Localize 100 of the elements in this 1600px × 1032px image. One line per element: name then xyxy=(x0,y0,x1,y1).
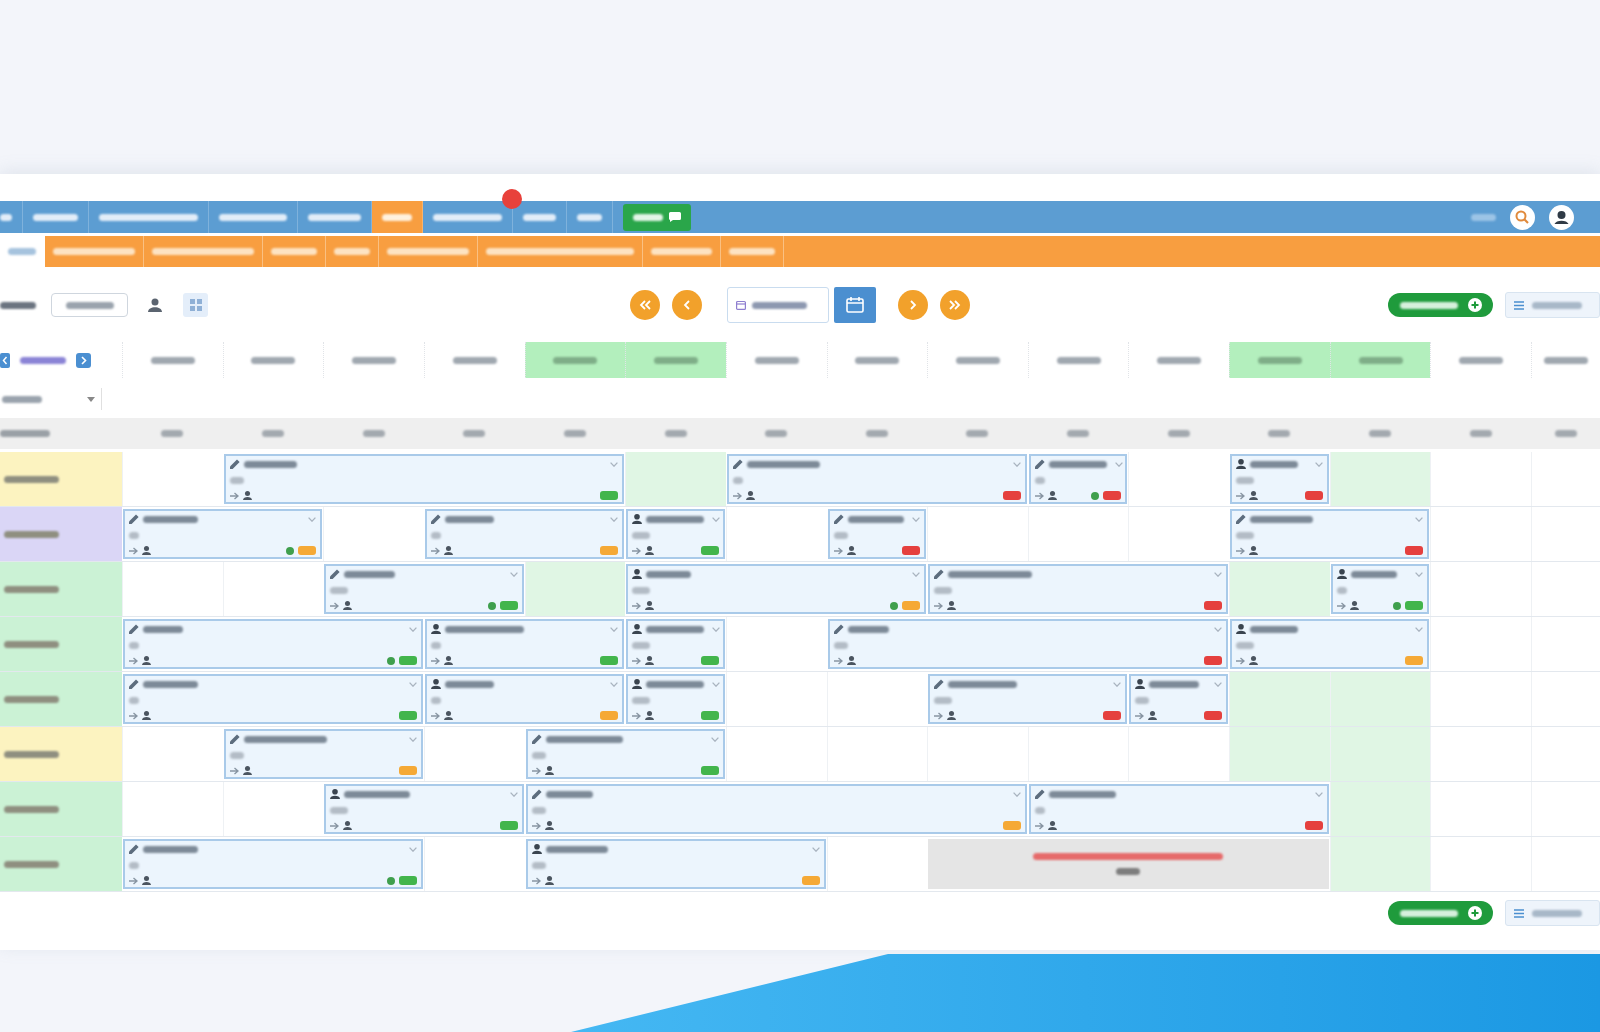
blurred-text xyxy=(1369,430,1391,437)
booking-block[interactable] xyxy=(626,564,927,614)
booking-block[interactable] xyxy=(827,509,927,559)
blurred-text xyxy=(563,430,586,437)
chevron-down-icon xyxy=(509,571,518,577)
blurred-text xyxy=(1034,476,1045,484)
blurred-text xyxy=(463,430,486,437)
add-button[interactable] xyxy=(1388,293,1493,317)
blurred-text xyxy=(4,530,59,538)
booking-block[interactable] xyxy=(626,674,725,724)
person-icon xyxy=(142,656,151,665)
calendar-button[interactable] xyxy=(834,287,876,323)
user-icon[interactable] xyxy=(1549,204,1574,230)
booking-block[interactable] xyxy=(1028,454,1128,504)
booking-block[interactable] xyxy=(424,509,625,559)
blurred-text xyxy=(444,680,494,688)
toolbar-button[interactable] xyxy=(1505,900,1600,926)
toolbar-button[interactable] xyxy=(1505,292,1600,318)
booking-block[interactable] xyxy=(1028,784,1329,834)
booking-block[interactable] xyxy=(525,729,725,779)
booking-block[interactable] xyxy=(123,509,323,559)
person-icon xyxy=(1249,546,1259,555)
booking-block[interactable] xyxy=(424,619,625,669)
booking-block[interactable] xyxy=(928,564,1229,614)
blurred-text xyxy=(1116,868,1141,875)
arrow-button[interactable] xyxy=(898,290,928,320)
filter-button[interactable] xyxy=(51,293,128,317)
nav-tab[interactable] xyxy=(0,201,23,233)
chevron-down-icon xyxy=(610,461,619,467)
booking-block[interactable] xyxy=(324,784,524,834)
booking-block[interactable] xyxy=(1230,454,1329,504)
person-icon xyxy=(443,656,453,665)
blurred-text xyxy=(243,460,297,468)
booking-block[interactable] xyxy=(1230,619,1430,669)
blocked-period[interactable] xyxy=(928,839,1329,889)
blurred-text xyxy=(531,806,546,814)
chevron-down-icon xyxy=(712,516,721,522)
blurred-text xyxy=(632,531,651,539)
blurred-text xyxy=(452,356,497,364)
date-field[interactable] xyxy=(727,287,829,323)
nav-tab[interactable] xyxy=(372,201,423,233)
booking-block[interactable] xyxy=(123,839,423,889)
arrow-icon xyxy=(430,711,440,720)
blurred-text xyxy=(1554,430,1577,437)
double-chevron-left-icon xyxy=(639,300,651,310)
blurred-text xyxy=(1250,460,1299,468)
arrow-button[interactable] xyxy=(630,290,660,320)
search-icon[interactable] xyxy=(1510,204,1535,230)
arrow-icon xyxy=(129,711,138,720)
blurred-text xyxy=(646,680,705,688)
add-button[interactable] xyxy=(1388,901,1493,925)
arrow-icon xyxy=(1236,656,1246,665)
blurred-text xyxy=(143,515,198,523)
booking-block[interactable] xyxy=(1230,509,1430,559)
chevron-down-icon xyxy=(1012,791,1021,797)
chevron-left-icon xyxy=(681,300,693,310)
booking-block[interactable] xyxy=(525,784,1027,834)
blurred-text xyxy=(955,356,1000,364)
arrow-icon xyxy=(430,656,440,665)
booking-block[interactable] xyxy=(525,839,826,889)
action-button[interactable] xyxy=(623,203,691,231)
pencil-icon xyxy=(531,789,542,799)
list-icon xyxy=(1514,908,1524,918)
chevron-left-icon[interactable] xyxy=(0,352,10,368)
booking-block[interactable] xyxy=(626,509,725,559)
grid-icon xyxy=(189,299,202,311)
person-icon xyxy=(745,491,755,500)
booking-block[interactable] xyxy=(223,454,625,504)
sub-nav-tab[interactable] xyxy=(0,236,45,267)
arrow-icon xyxy=(531,876,541,885)
arrow-button[interactable] xyxy=(940,290,970,320)
blurred-text xyxy=(4,695,59,703)
booking-block[interactable] xyxy=(626,619,725,669)
booking-block[interactable] xyxy=(1330,564,1430,614)
chevron-down-icon xyxy=(1113,681,1122,687)
blurred-text xyxy=(1459,356,1504,364)
booking-block[interactable] xyxy=(223,729,423,779)
booking-block[interactable] xyxy=(324,564,524,614)
person-icon xyxy=(242,766,252,775)
booking-block[interactable] xyxy=(123,674,423,724)
person-icon[interactable] xyxy=(148,298,162,312)
booking-block[interactable] xyxy=(726,454,1027,504)
blurred-text xyxy=(1471,213,1496,221)
blurred-text xyxy=(847,625,889,633)
blurred-text xyxy=(646,625,705,633)
arrow-button[interactable] xyxy=(672,290,702,320)
booking-block[interactable] xyxy=(123,619,423,669)
arrow-icon xyxy=(833,546,843,555)
booking-block[interactable] xyxy=(1129,674,1229,724)
booking-block[interactable] xyxy=(827,619,1229,669)
person-icon xyxy=(632,569,643,579)
booking-block[interactable] xyxy=(928,674,1128,724)
person-icon xyxy=(531,844,542,854)
chevron-right-icon[interactable] xyxy=(76,352,91,368)
pencil-icon xyxy=(1236,514,1247,524)
grid-button[interactable] xyxy=(183,293,208,317)
arrow-icon xyxy=(1236,491,1246,500)
booking-block[interactable] xyxy=(424,674,625,724)
person-icon xyxy=(1249,656,1259,665)
person-icon xyxy=(1336,569,1347,579)
